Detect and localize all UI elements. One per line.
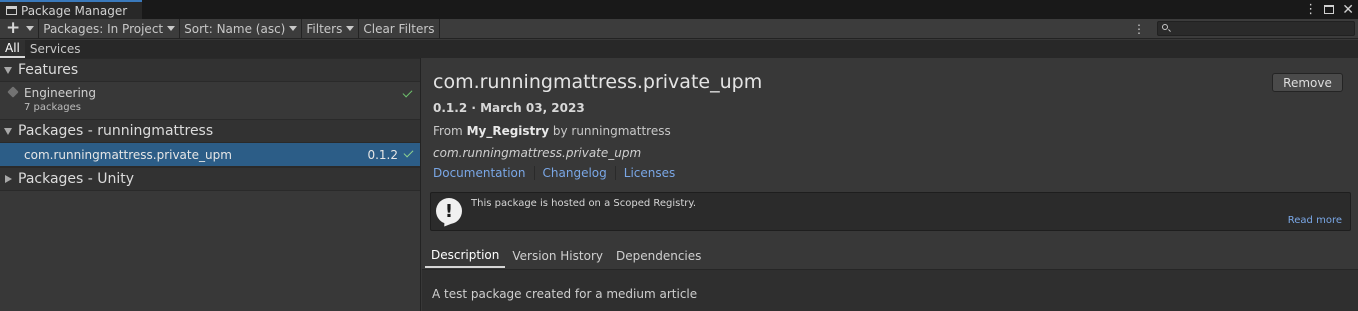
group-title: Features [18,62,79,78]
toolbar: + Packages: In Project Sort: Name (asc) … [0,19,1358,39]
warning-icon: ! [436,198,462,224]
chevron-down-icon [4,66,12,74]
window-icon [6,6,17,15]
packages-scope-dropdown[interactable]: Packages: In Project [39,19,181,38]
window-tab[interactable]: Package Manager [0,0,142,19]
clear-filters-button[interactable]: Clear Filters [359,19,440,38]
filters-dropdown[interactable]: Filters [302,19,360,38]
read-more-link[interactable]: Read more [1288,215,1342,226]
toolbar-menu-icon[interactable]: ⋮ [1125,19,1153,38]
tab-dependencies[interactable]: Dependencies [610,244,707,268]
feature-icon [7,86,19,98]
window-titlebar: Package Manager ⋮ ✕ [0,0,1358,19]
sort-label: Sort: Name (asc) [184,21,286,36]
package-links: Documentation Changelog Licenses [433,166,691,180]
licenses-link[interactable]: Licenses [624,166,684,180]
detail-tabs: Description Version History Dependencies [422,244,1358,268]
window-menu-icon[interactable]: ⋮ [1304,2,1317,17]
description-panel: A test package created for a medium arti… [422,269,1358,311]
chevron-right-icon [5,175,12,183]
version-date: 0.1.2 · March 03, 2023 [433,101,585,115]
from-prefix: From [433,124,463,138]
chevron-down-icon [26,26,35,31]
chevron-down-icon [346,26,355,31]
remove-button[interactable]: Remove [1272,73,1343,92]
add-package-button[interactable]: + [0,18,40,38]
group-header-runningmattress[interactable]: Packages - runningmattress [0,119,420,143]
sort-dropdown[interactable]: Sort: Name (asc) [180,19,303,38]
description-text: A test package created for a medium arti… [432,287,698,301]
window-controls: ⋮ ✕ [1304,0,1354,19]
plus-icon: + [6,18,21,38]
scope-tabs: All Services [0,40,1358,58]
documentation-link[interactable]: Documentation [433,166,535,180]
close-icon[interactable]: ✕ [1342,3,1354,17]
chevron-down-icon [4,127,12,135]
registry-info: From My_Registry by runningmattress [433,124,671,138]
list-item-package-selected[interactable]: com.runningmattress.private_upm 0.1.2 [0,143,420,167]
tab-services[interactable]: Services [25,40,86,58]
scoped-registry-notice: ! This package is hosted on a Scoped Reg… [430,192,1351,231]
list-item-feature[interactable]: Engineering 7 packages [0,82,420,119]
chevron-down-icon [289,26,298,31]
notice-text: This package is hosted on a Scoped Regis… [471,198,697,209]
feature-name: Engineering [24,86,96,100]
package-id: com.runningmattress.private_upm [433,146,642,160]
installed-check-icon [403,147,414,158]
clear-filters-label: Clear Filters [363,21,435,36]
group-title: Packages - runningmattress [18,123,214,139]
filters-label: Filters [306,21,343,36]
maximize-icon[interactable] [1324,5,1335,14]
search-input[interactable] [1157,21,1355,36]
group-header-unity[interactable]: Packages - Unity [0,167,420,191]
changelog-link[interactable]: Changelog [543,166,616,180]
package-title: com.runningmattress.private_upm [433,71,763,93]
window-title: Package Manager [21,3,128,18]
package-name: com.runningmattress.private_upm [24,148,232,162]
package-version: 0.1.2 [367,148,398,162]
group-title: Packages - Unity [18,171,135,187]
tab-all[interactable]: All [0,40,25,58]
package-list: Features Engineering 7 packages Packages… [0,58,421,311]
chevron-down-icon [167,26,176,31]
registry-name: My_Registry [466,124,550,138]
package-details: com.runningmattress.private_upm Remove 0… [422,58,1358,311]
tab-version-history[interactable]: Version History [506,244,609,268]
packages-scope-label: Packages: In Project [43,21,164,36]
search-icon [1162,24,1168,30]
feature-package-count: 7 packages [24,102,81,113]
group-header-features[interactable]: Features [0,58,420,82]
installed-check-icon [402,87,413,98]
tab-description[interactable]: Description [425,244,506,268]
author: by runningmattress [552,124,671,138]
